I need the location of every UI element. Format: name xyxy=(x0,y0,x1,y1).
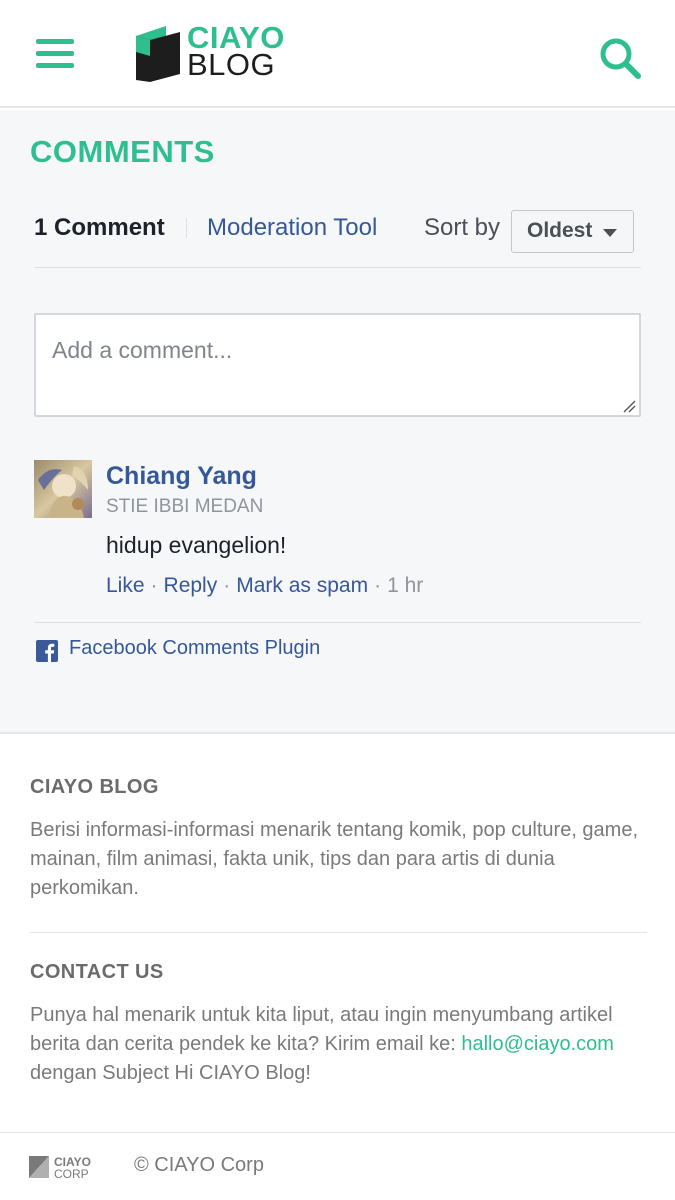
resize-grip-icon[interactable] xyxy=(622,399,636,413)
site-footer: CIAYO BLOG Berisi informasi-informasi me… xyxy=(0,734,675,1200)
site-header: CIAYO BLOG xyxy=(0,0,675,108)
mark-as-spam-link[interactable]: Mark as spam xyxy=(236,574,368,597)
facebook-comments-plugin-link[interactable]: Facebook Comments Plugin xyxy=(69,637,320,660)
ciayo-corp-logo[interactable]: CIAYO CORP xyxy=(29,1154,105,1180)
facebook-icon[interactable] xyxy=(36,640,58,662)
sort-order-value: Oldest xyxy=(527,219,593,242)
search-icon[interactable] xyxy=(598,36,642,80)
contact-text: Punya hal menarik untuk kita liput, atau… xyxy=(30,1001,650,1088)
comments-section: COMMENTS 1 Comment Moderation Tool Sort … xyxy=(0,110,675,732)
contact-email-link[interactable]: hallo@ciayo.com xyxy=(461,1033,614,1055)
sort-by-label: Sort by xyxy=(424,214,501,241)
sort-order-select[interactable]: Oldest xyxy=(511,210,634,253)
logo-line-blog: BLOG xyxy=(187,47,276,82)
comments-toolbar: 1 Comment Moderation Tool Sort by Oldest xyxy=(34,206,641,268)
separator-dot: · xyxy=(374,574,382,597)
corp-logo-line2: CORP xyxy=(54,1167,89,1180)
comment-count: 1 Comment xyxy=(34,214,165,241)
separator-dot: · xyxy=(223,574,231,597)
comment-actions: Like · Reply · Mark as spam · 1 hr xyxy=(106,574,423,598)
about-heading: CIAYO BLOG xyxy=(30,776,159,798)
separator-dot: · xyxy=(150,574,158,597)
about-text: Berisi informasi-informasi menarik tenta… xyxy=(30,819,639,899)
reply-link[interactable]: Reply xyxy=(164,574,218,597)
comment-timestamp[interactable]: 1 hr xyxy=(387,574,423,597)
footer-bottom-divider xyxy=(0,1132,675,1133)
comments-title: COMMENTS xyxy=(30,134,215,169)
copyright-text: © CIAYO Corp xyxy=(134,1154,264,1176)
comment-text: hidup evangelion! xyxy=(106,532,287,558)
like-link[interactable]: Like xyxy=(106,574,145,597)
logo-wordmark: CIAYO BLOG xyxy=(187,22,285,82)
add-comment-input[interactable] xyxy=(34,313,641,417)
footer-section-divider xyxy=(30,932,647,933)
hamburger-menu-icon[interactable] xyxy=(36,39,74,71)
comment-author-affiliation: STIE IBBI MEDAN xyxy=(106,496,264,517)
comment-author[interactable]: Chiang Yang xyxy=(106,462,257,491)
caret-down-icon xyxy=(603,229,617,237)
avatar[interactable] xyxy=(34,460,92,518)
contact-heading: CONTACT US xyxy=(30,961,164,983)
moderation-tool-link[interactable]: Moderation Tool xyxy=(207,214,377,242)
logo-cube-icon xyxy=(136,26,180,82)
plugin-attribution: Facebook Comments Plugin xyxy=(34,622,641,678)
toolbar-divider xyxy=(186,218,187,238)
contact-text-subject: dengan Subject Hi CIAYO Blog! xyxy=(30,1062,311,1084)
